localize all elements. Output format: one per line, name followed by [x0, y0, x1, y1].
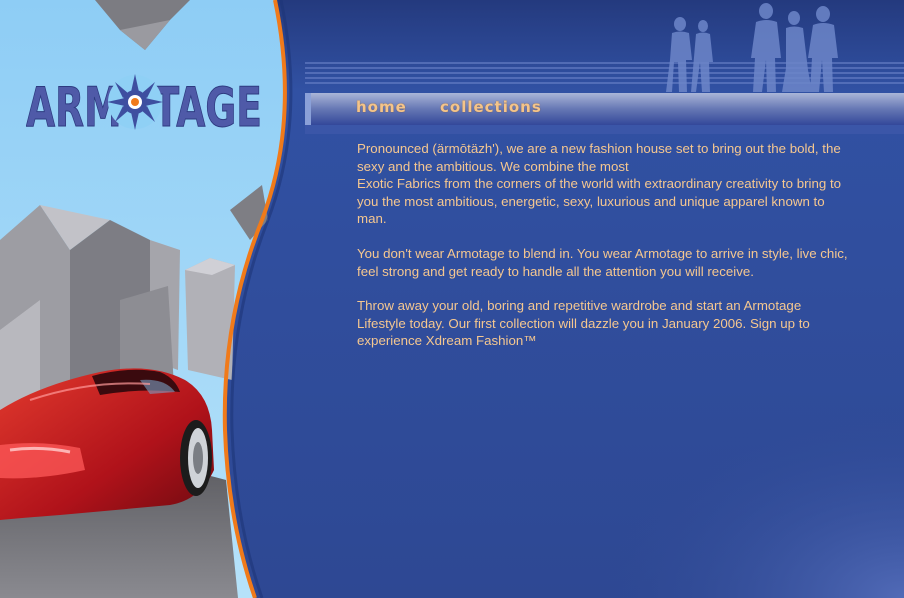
- intro-paragraph-1b: Exotic Fabrics from the corners of the w…: [357, 176, 842, 227]
- compass-sun-icon: [107, 74, 163, 130]
- main-nav: home collections: [312, 95, 904, 123]
- nav-home-link[interactable]: home: [356, 98, 407, 116]
- intro-paragraph-1a: Pronounced (ärmōtäzh'), we are a new fas…: [357, 141, 841, 174]
- intro-paragraph-3: Throw away your old, boring and repetiti…: [357, 298, 810, 349]
- page: ARMOTAGE home collections Pronounced (är…: [0, 0, 904, 598]
- intro-paragraph-2: You don't wear Armotage to blend in. You…: [357, 245, 848, 279]
- nav-collections-link[interactable]: collections: [440, 98, 542, 116]
- intro-text: Pronounced (ärmōtäzh'), we are a new fas…: [357, 140, 849, 367]
- armotage-logo: ARMOTAGE: [26, 74, 262, 140]
- intro-paragraph-1: Pronounced (ärmōtäzh'), we are a new fas…: [357, 140, 849, 228]
